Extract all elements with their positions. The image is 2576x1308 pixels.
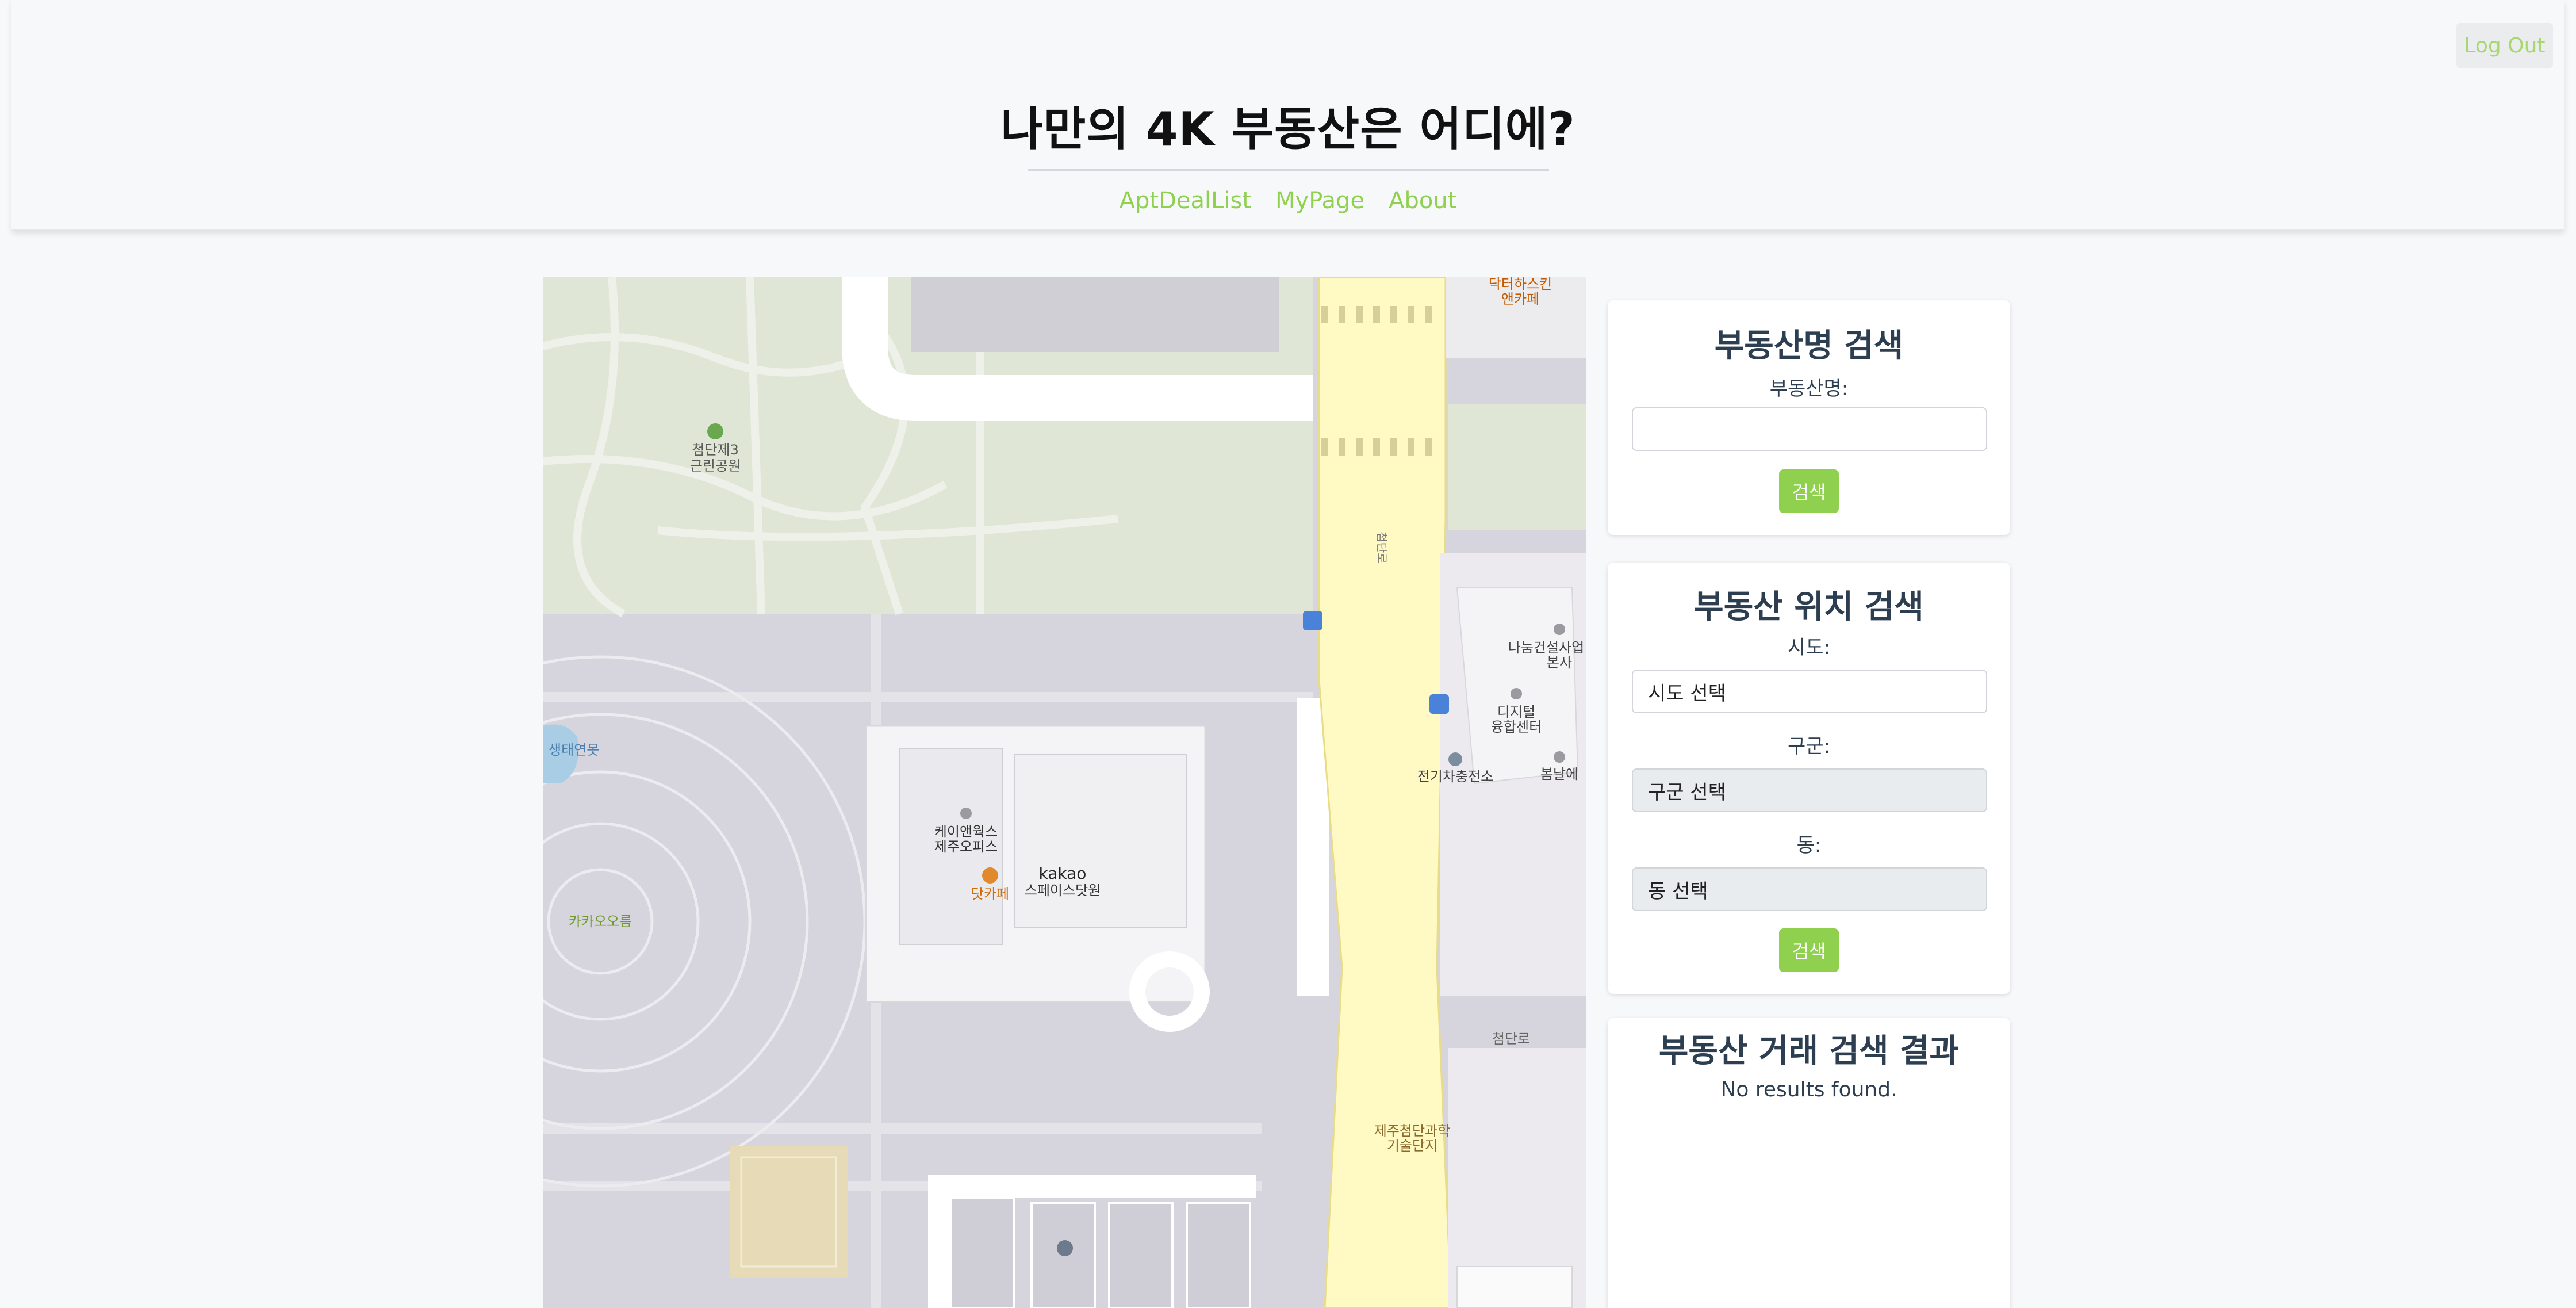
location-search-title: 부동산 위치 검색 xyxy=(1694,588,1924,626)
svg-text:스페이스닷원: 스페이스닷원 xyxy=(1025,882,1101,898)
logout-button[interactable]: Log Out xyxy=(2456,23,2553,68)
top-header: Log Out 나만의 4K 부동산은 어디에? AptDealList MyP… xyxy=(12,0,2564,230)
map-label-digital: 디지털 xyxy=(1497,704,1535,720)
svg-text:근린공원: 근린공원 xyxy=(690,458,741,474)
bus-stop-icon xyxy=(1303,611,1322,630)
location-search-card: 부동산 위치 검색 시도: 시도 선택 구군: 구군 선택 동: 동 선택 검색 xyxy=(1608,563,2010,994)
main-nav: AptDealList MyPage About xyxy=(12,188,2564,214)
sido-select[interactable]: 시도 선택 xyxy=(1632,670,1987,713)
nav-mypage[interactable]: MyPage xyxy=(1275,188,1364,214)
cafe-marker-icon xyxy=(982,867,998,884)
map-label-office: 케이앤웍스 xyxy=(934,824,998,840)
svg-text:제주오피스: 제주오피스 xyxy=(934,839,998,855)
name-search-button[interactable]: 검색 xyxy=(1779,469,1839,513)
map-view[interactable]: 첨단제3 근린공원 생태연못 카카오오름 케이앤웍스 제주오피스 kakao 스… xyxy=(543,277,1586,1308)
map-label-nanum: 나눔건설사업 xyxy=(1508,640,1584,656)
title-divider xyxy=(1028,169,1549,171)
name-search-card: 부동산명 검색 부동산명: 검색 xyxy=(1608,300,2010,535)
results-card: 부동산 거래 검색 결과 No results found. xyxy=(1608,1018,2010,1308)
name-search-label: 부동산명: xyxy=(1769,377,1849,400)
bus-stop-icon-2 xyxy=(1429,694,1449,714)
map-canvas[interactable]: 첨단제3 근린공원 생태연못 카카오오름 케이앤웍스 제주오피스 kakao 스… xyxy=(543,277,1586,1308)
map-label-bomnal: 봄날에 xyxy=(1540,766,1578,782)
map-label-complex: 제주첨단과학 xyxy=(1374,1123,1450,1139)
park-marker-icon xyxy=(707,423,723,439)
nav-aptdeallist[interactable]: AptDealList xyxy=(1120,188,1251,214)
dong-select[interactable]: 동 선택 xyxy=(1632,867,1987,911)
location-search-button[interactable]: 검색 xyxy=(1779,928,1839,972)
sports-field xyxy=(730,1146,848,1278)
nav-about[interactable]: About xyxy=(1389,188,1456,214)
svg-text:첨단로: 첨단로 xyxy=(1375,531,1389,563)
map-label-doctor: 닥터하스킨 xyxy=(1489,277,1552,292)
svg-text:본사: 본사 xyxy=(1547,655,1572,671)
svg-text:융합센터: 융합센터 xyxy=(1491,719,1542,735)
dong-label: 동: xyxy=(1796,834,1822,857)
map-label-cafe: 닷카페 xyxy=(971,886,1009,902)
map-label-road: 첨단로 xyxy=(1492,1031,1530,1047)
gugun-label: 구군: xyxy=(1787,735,1830,758)
sido-label: 시도: xyxy=(1787,636,1830,659)
map-label-pond: 생태연못 xyxy=(549,742,599,758)
svg-text:기술단지: 기술단지 xyxy=(1387,1138,1438,1154)
name-search-title: 부동산명 검색 xyxy=(1714,327,1904,365)
map-label-ev: 전기차충전소 xyxy=(1417,768,1493,785)
map-label-park: 첨단제3 xyxy=(692,442,739,458)
ev-marker-icon xyxy=(1448,752,1462,766)
map-label-kakao: kakao xyxy=(1039,864,1087,883)
name-search-input[interactable] xyxy=(1632,407,1987,451)
gugun-select[interactable]: 구군 선택 xyxy=(1632,768,1987,812)
results-title: 부동산 거래 검색 결과 xyxy=(1658,1032,1960,1070)
map-label-orum: 카카오오름 xyxy=(569,913,632,930)
parking-icon xyxy=(1057,1240,1073,1256)
svg-text:앤카페: 앤카페 xyxy=(1501,291,1539,307)
page-title: 나만의 4K 부동산은 어디에? xyxy=(1000,102,1575,156)
results-message: No results found. xyxy=(1720,1078,1897,1102)
